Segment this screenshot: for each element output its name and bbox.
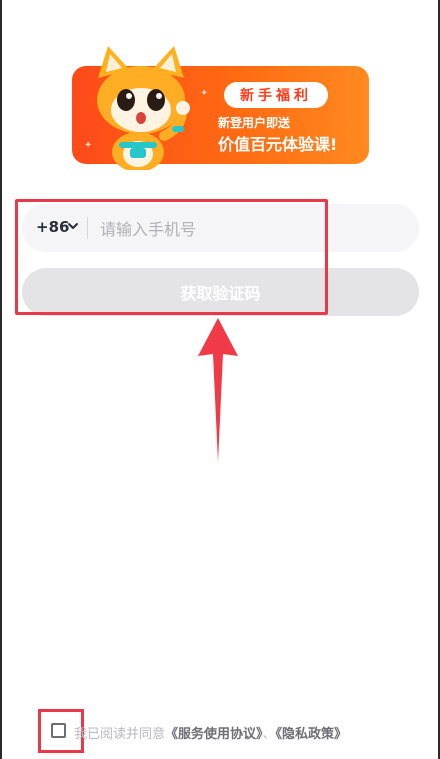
window-edge-left	[0, 0, 2, 759]
sparkle-icon: ✦	[200, 88, 209, 99]
agreement-prefix: 我已阅读并同意	[74, 727, 166, 742]
privacy-policy-link[interactable]: 《隐私政策》	[276, 727, 348, 742]
banner-offer-text: 价值百元体验课!	[218, 135, 338, 154]
arrow-up-icon	[198, 318, 238, 462]
agreement-separator: 、	[262, 727, 276, 742]
agreement-checkbox[interactable]	[51, 723, 66, 738]
annotation-highlight-box	[15, 199, 328, 315]
service-agreement-link[interactable]: 《服务使用协议》	[165, 727, 263, 742]
agreement-text: 我已阅读并同意《服务使用协议》、《隐私政策》	[74, 723, 347, 742]
new-user-badge: 新手福利	[224, 82, 328, 108]
fox-mascot-icon	[97, 46, 190, 170]
banner-subtitle: 新登用户即送	[218, 116, 291, 130]
